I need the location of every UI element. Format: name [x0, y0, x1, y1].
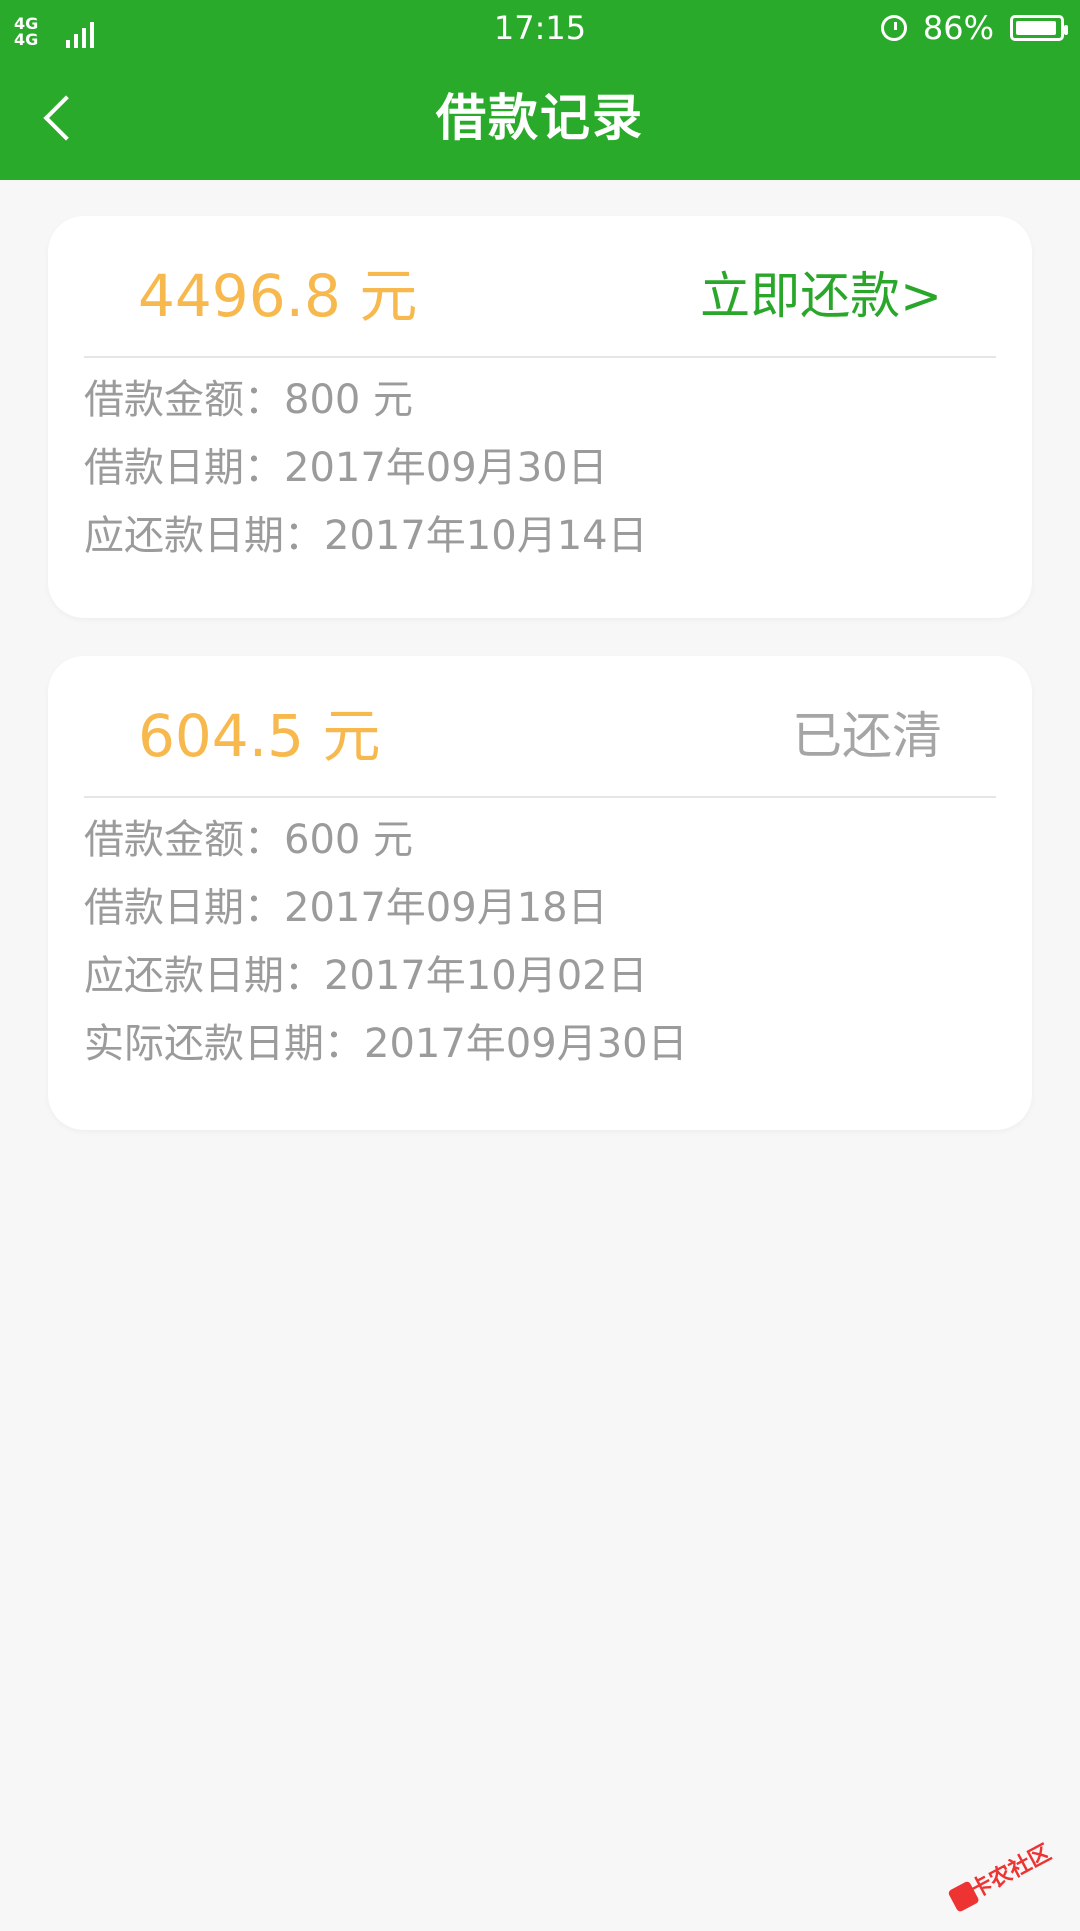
watermark-text: 卡农社区: [965, 1840, 1056, 1904]
card-divider: [84, 356, 996, 358]
loan-date: 借款日期：2017年09月30日: [84, 445, 608, 491]
card-details: 借款金额：800 元 借款日期：2017年09月30日 应还款日期：2017年1…: [84, 366, 996, 570]
status-bar: 4G 4G 17:15 86%: [0, 0, 1080, 58]
due-date: 应还款日期：2017年10月14日: [84, 513, 648, 559]
app-bar: 借款记录: [0, 58, 1080, 180]
loan-amount: 借款金额：800 元: [84, 377, 414, 423]
card-details: 借款金额：600 元 借款日期：2017年09月18日 应还款日期：2017年1…: [84, 806, 996, 1078]
card-header: 604.5 元 已还清: [48, 656, 1032, 796]
repay-now-button[interactable]: 立即还款>: [700, 264, 942, 328]
battery-fill: [1016, 21, 1056, 35]
top-header: 4G 4G 17:15 86% 借款记录: [0, 0, 1080, 180]
battery-tip: [1064, 25, 1068, 35]
card-divider: [84, 796, 996, 798]
watermark: 卡农社区: [931, 1821, 1065, 1930]
card-header: 4496.8 元 立即还款>: [48, 216, 1032, 356]
total-amount: 4496.8 元: [138, 262, 418, 330]
total-amount: 604.5 元: [138, 702, 381, 770]
alarm-icon: [880, 15, 907, 41]
page-title: 借款记录: [436, 89, 644, 147]
battery-percentage: 86%: [922, 9, 994, 47]
due-date: 应还款日期：2017年10月02日: [84, 953, 648, 999]
loan-record-card-1: 4496.8 元 立即还款> 借款金额：800 元 借款日期：2017年09月3…: [48, 216, 1032, 618]
loan-record-card-2: 604.5 元 已还清 借款金额：600 元 借款日期：2017年09月18日 …: [48, 656, 1032, 1130]
loan-amount: 借款金额：600 元: [84, 817, 414, 863]
loan-date: 借款日期：2017年09月18日: [84, 885, 608, 931]
battery-icon: [1010, 15, 1068, 41]
actual-repay-date: 实际还款日期：2017年09月30日: [84, 1021, 688, 1067]
status-right: 86%: [880, 8, 1068, 48]
paid-off-status: 已还清: [792, 707, 942, 765]
